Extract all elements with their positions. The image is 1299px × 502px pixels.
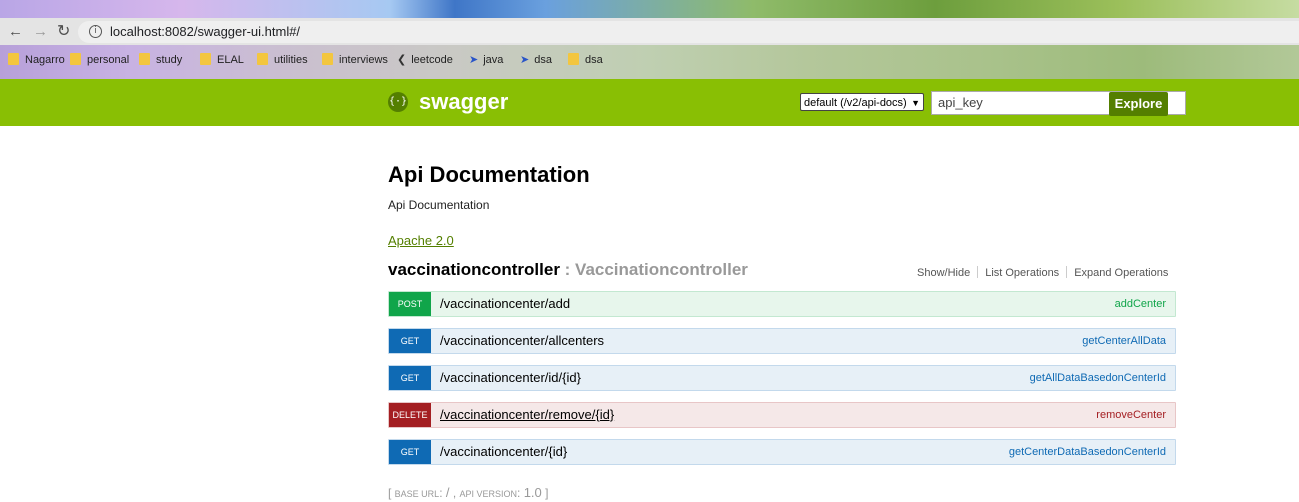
- bookmark-elal[interactable]: ELAL: [200, 47, 244, 73]
- api-description: Api Documentation: [388, 198, 490, 212]
- swagger-logo-icon[interactable]: {·}: [388, 92, 408, 112]
- operation-row[interactable]: DELETE /vaccinationcenter/remove/{id} re…: [388, 402, 1176, 428]
- site-info-icon[interactable]: i: [89, 25, 102, 38]
- divider: [977, 266, 979, 278]
- resource-name[interactable]: vaccinationcontroller: [388, 260, 560, 279]
- operation-nickname[interactable]: removeCenter: [1096, 403, 1166, 427]
- operation-nickname[interactable]: addCenter: [1115, 292, 1166, 316]
- folder-icon: [139, 53, 150, 65]
- explore-button[interactable]: Explore: [1109, 92, 1168, 116]
- bookmark-study[interactable]: study: [139, 47, 182, 73]
- chevron-down-icon: ▼: [911, 98, 920, 108]
- bookmark-dsa[interactable]: ➤ dsa: [520, 47, 552, 73]
- page-title: Api Documentation: [388, 162, 590, 187]
- api-version-value: 1.0: [523, 485, 542, 500]
- arrow-bookmark-icon: ➤: [520, 54, 530, 66]
- operation-path[interactable]: /vaccinationcenter/{id}: [440, 440, 567, 464]
- method-badge[interactable]: DELETE: [389, 403, 431, 427]
- operation-row[interactable]: GET /vaccinationcenter/{id} getCenterDat…: [388, 439, 1176, 465]
- folder-icon: [8, 53, 19, 65]
- folder-icon: [568, 53, 579, 65]
- reload-icon[interactable]: ↻: [57, 18, 70, 45]
- method-badge[interactable]: GET: [389, 329, 431, 353]
- bookmarks-bar: [0, 45, 1299, 79]
- method-badge[interactable]: GET: [389, 440, 431, 464]
- url-text[interactable]: localhost:8082/swagger-ui.html#/: [110, 22, 300, 42]
- resource-description: Vaccinationcontroller: [575, 260, 748, 279]
- resource-title[interactable]: vaccinationcontroller : Vaccinationcontr…: [388, 258, 748, 282]
- browser-tab-strip: [0, 0, 1299, 18]
- folder-icon: [322, 53, 333, 65]
- bookmark-utilities[interactable]: utilities: [257, 47, 308, 73]
- base-url-label: BASE URL: [394, 489, 440, 499]
- operation-path[interactable]: /vaccinationcenter/allcenters: [440, 329, 604, 353]
- api-version-label: API VERSION: [459, 489, 518, 499]
- list-operations-link[interactable]: List Operations: [985, 267, 1059, 279]
- folder-icon: [70, 53, 81, 65]
- bookmark-nagarro[interactable]: Nagarro: [8, 47, 65, 73]
- spec-select-value: default (/v2/api-docs): [804, 97, 907, 109]
- folder-icon: [257, 53, 268, 65]
- arrow-bookmark-icon: ➤: [469, 54, 479, 66]
- operation-nickname[interactable]: getCenterAllData: [1082, 329, 1166, 353]
- resource-actions: Show/Hide List Operations Expand Operation…: [917, 265, 1168, 281]
- operation-path[interactable]: /vaccinationcenter/id/{id}: [440, 366, 581, 390]
- method-badge[interactable]: GET: [389, 366, 431, 390]
- operation-row[interactable]: GET /vaccinationcenter/allcenters getCen…: [388, 328, 1176, 354]
- operation-path[interactable]: /vaccinationcenter/add: [440, 292, 570, 316]
- folder-icon: [200, 53, 211, 65]
- resource-separator: :: [559, 260, 576, 279]
- operation-nickname[interactable]: getCenterDataBasedonCenterId: [1009, 440, 1166, 464]
- show-hide-link[interactable]: Show/Hide: [917, 267, 970, 279]
- base-url-footer: [ BASE URL: / , API VERSION: 1.0 ]: [388, 485, 549, 500]
- back-icon[interactable]: ←: [8, 18, 23, 45]
- bookmark-dsa-folder[interactable]: dsa: [568, 47, 603, 73]
- operation-row[interactable]: POST /vaccinationcenter/add addCenter: [388, 291, 1176, 317]
- bookmark-interviews[interactable]: interviews: [322, 47, 388, 73]
- divider: [1066, 266, 1068, 278]
- bookmark-personal[interactable]: personal: [70, 47, 129, 73]
- forward-icon[interactable]: →: [33, 18, 48, 45]
- operation-path[interactable]: /vaccinationcenter/remove/{id}: [440, 403, 614, 427]
- operation-row[interactable]: GET /vaccinationcenter/id/{id} getAllDat…: [388, 365, 1176, 391]
- bookmark-leetcode[interactable]: ❮ leetcode: [397, 47, 453, 73]
- operation-nickname[interactable]: getAllDataBasedonCenterId: [1030, 366, 1166, 390]
- method-badge[interactable]: POST: [389, 292, 431, 316]
- license-link[interactable]: Apache 2.0: [388, 233, 454, 249]
- bookmark-java[interactable]: ➤ java: [469, 47, 503, 73]
- leetcode-icon: ❮: [397, 54, 407, 66]
- spec-select[interactable]: default (/v2/api-docs) ▼: [800, 93, 924, 111]
- swagger-logo-text[interactable]: swagger: [419, 88, 508, 116]
- expand-operations-link[interactable]: Expand Operations: [1074, 267, 1168, 279]
